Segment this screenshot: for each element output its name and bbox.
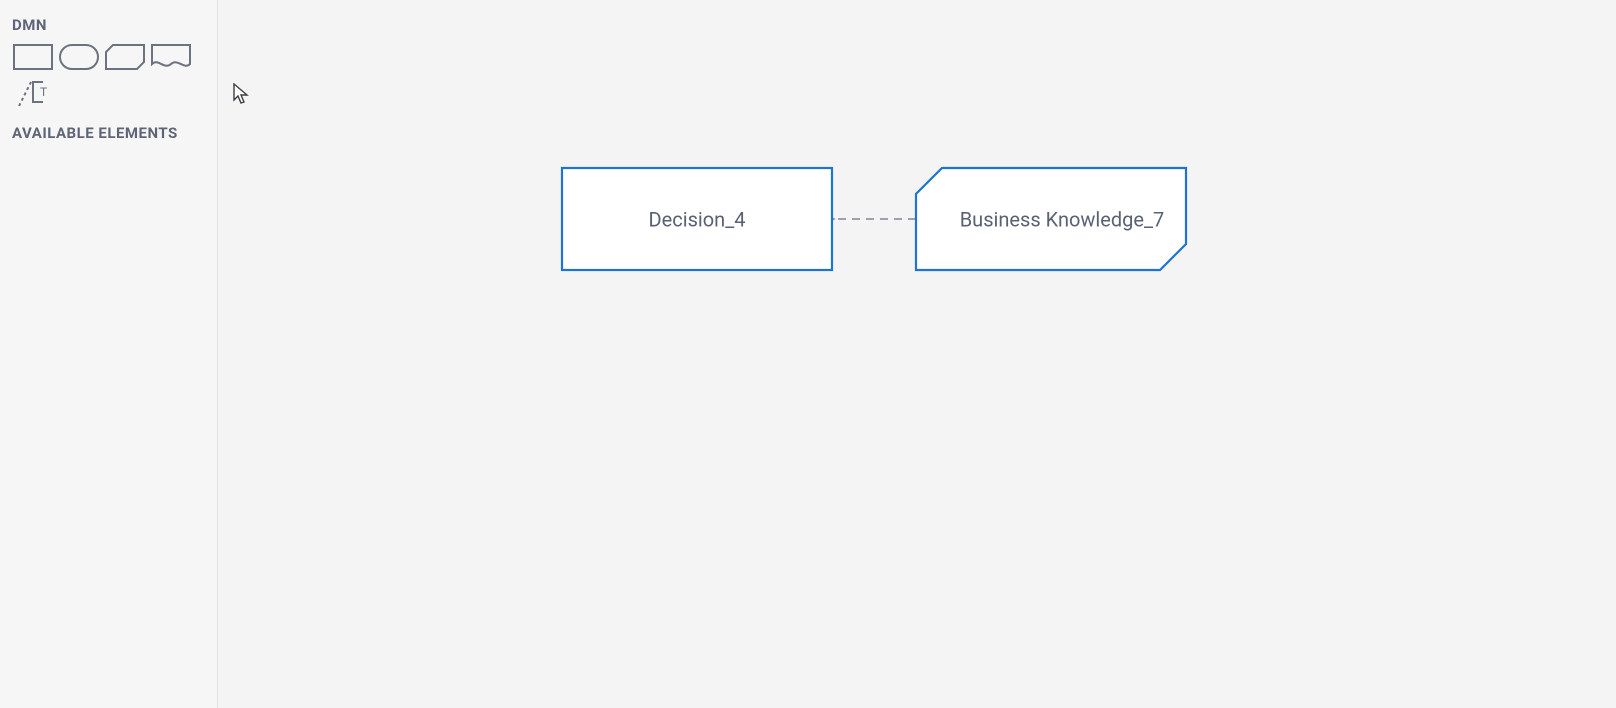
sidebar-section-available-title: AVAILABLE ELEMENTS <box>12 124 205 142</box>
text-annotation-icon: T <box>13 76 53 106</box>
sidebar-section-dmn-title: DMN <box>12 16 205 34</box>
stadium-icon <box>59 44 99 70</box>
rectangle-icon <box>13 44 53 70</box>
wavy-bottom-rect-icon <box>151 44 191 70</box>
text-annotation-tool[interactable]: T <box>12 76 54 106</box>
clipped-rect-icon <box>105 44 145 70</box>
shape-tools-grid: T <box>12 42 205 106</box>
input-data-shape-tool[interactable] <box>58 42 100 72</box>
knowledge-source-shape-tool[interactable] <box>150 42 192 72</box>
node-business-knowledge-7[interactable]: Business Knowledge_7 <box>916 168 1186 270</box>
sidebar: DMN T AV <box>0 0 218 708</box>
node-decision-4[interactable]: Decision_4 <box>562 168 832 270</box>
diagram-svg: Decision_4 Business Knowledge_7 <box>218 0 1616 708</box>
business-knowledge-shape-tool[interactable] <box>104 42 146 72</box>
diagram-canvas[interactable]: Decision_4 Business Knowledge_7 <box>218 0 1616 708</box>
svg-text:T: T <box>40 85 47 99</box>
decision-shape-tool[interactable] <box>12 42 54 72</box>
